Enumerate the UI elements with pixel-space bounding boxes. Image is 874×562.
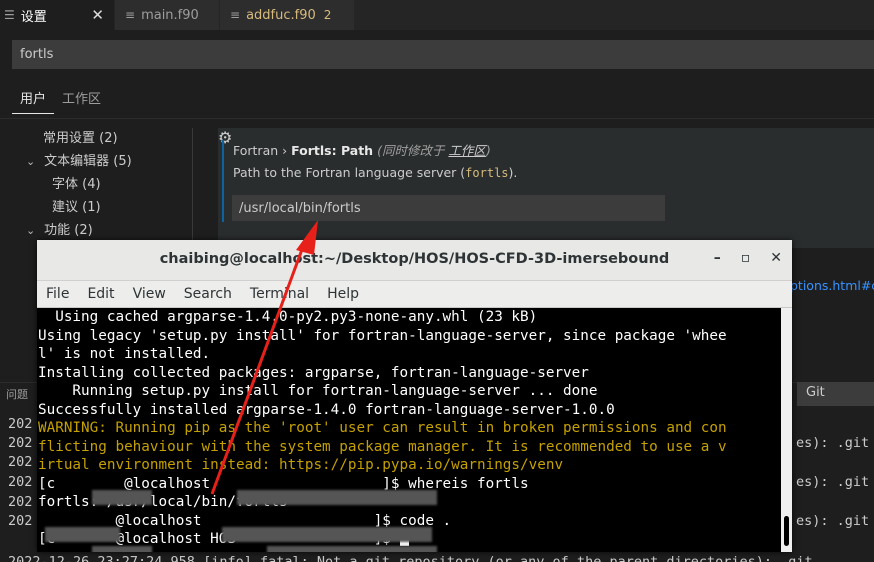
redaction — [92, 490, 152, 505]
terminal-line: Running setup.py install for fortran-lan… — [38, 383, 598, 399]
tab-label: 设置 — [20, 9, 47, 25]
editor-tab-bar: ☰ 设置 ✕ ≡ main.f90 ≡ addfuc.f90 2 — [0, 0, 874, 30]
terminal-line: Installing collected packages: argparse,… — [38, 364, 589, 381]
terminal-warning-line: irtual environment instead: https://pip.… — [38, 457, 564, 473]
close-icon[interactable]: ✕ — [91, 6, 104, 24]
toc-label: 功能 (2) — [44, 223, 93, 238]
terminal-line: Using legacy 'setup.py install' for fort… — [38, 327, 727, 344]
problem-count-badge: 2 — [323, 8, 332, 22]
tab-settings[interactable]: ☰ 设置 ✕ — [0, 0, 115, 30]
toc-label: 常用设置 (2) — [43, 131, 118, 146]
toc-label: 建议 (1) — [52, 200, 101, 215]
setting-title: Fortran › Fortls: Path (同时修改于 工作区) — [233, 140, 491, 159]
tab-user[interactable]: 用户 — [12, 84, 55, 114]
redaction — [45, 527, 120, 542]
settings-list-icon: ☰ — [4, 8, 15, 22]
terminal-line: Successfully installed argparse-1.4.0 fo… — [38, 401, 615, 418]
redaction — [267, 546, 437, 552]
settings-search-input[interactable] — [12, 40, 874, 69]
desc-text: Path to the Fortran language server ( — [233, 165, 466, 180]
menu-terminal[interactable]: Terminal — [241, 281, 318, 307]
redaction — [237, 490, 437, 505]
chevron-down-icon: ⌄ — [26, 224, 36, 237]
menu-edit[interactable]: Edit — [78, 281, 123, 307]
output-line: 202 — [8, 416, 33, 432]
terminal-warning-line: flicting behaviour with the system packa… — [38, 438, 727, 455]
menu-search[interactable]: Search — [175, 281, 241, 307]
output-line: 202 — [8, 494, 33, 510]
divider — [0, 118, 874, 119]
output-channel-select[interactable]: Git — [797, 382, 874, 406]
chevron-down-icon: ⌄ — [26, 155, 36, 168]
tab-addfuc-f90[interactable]: ≡ addfuc.f90 2 — [220, 0, 355, 30]
toc-item-font[interactable]: 字体 (4) — [22, 174, 132, 197]
terminal-menubar: File Edit View Search Terminal Help — [37, 280, 792, 308]
menu-view[interactable]: View — [124, 281, 175, 307]
redaction — [222, 527, 432, 542]
modified-indicator — [222, 140, 224, 222]
tab-label: addfuc.f90 — [246, 7, 316, 23]
toc-label: 字体 (4) — [52, 177, 101, 192]
toc-item-text-editor[interactable]: ⌄ 文本编辑器 (5) — [22, 151, 132, 174]
modified-note-end: ) — [485, 143, 491, 158]
output-line: 202 — [8, 454, 33, 470]
setting-name: Fortls: Path — [291, 143, 374, 158]
settings-toc: 常用设置 (2) ⌄ 文本编辑器 (5) 字体 (4) 建议 (1) ⌄ 功能 … — [22, 128, 132, 243]
settings-scope-tabs: 用户 工作区 — [12, 84, 109, 114]
minimize-icon[interactable]: – — [714, 250, 721, 266]
settings-link[interactable]: ptions.html#con — [790, 278, 874, 293]
setting-category: Fortran › — [233, 143, 292, 158]
tab-label: main.f90 — [141, 7, 199, 23]
window-controls: – ▫ ✕ — [714, 250, 782, 266]
gear-icon[interactable]: ⚙ — [218, 128, 232, 147]
output-line: 202 es): .git — [8, 435, 870, 451]
workspace-link[interactable]: 工作区 — [448, 143, 486, 158]
maximize-icon[interactable]: ▫ — [741, 250, 751, 266]
tab-main-f90[interactable]: ≡ main.f90 — [115, 0, 220, 30]
desc-code: fortls — [465, 166, 509, 180]
redaction — [92, 546, 152, 552]
desc-text-end: ). — [508, 165, 518, 180]
modified-note: (同时修改于 — [373, 143, 449, 158]
output-line: 202 es): .git — [8, 513, 870, 529]
close-icon[interactable]: ✕ — [770, 250, 782, 266]
fortls-path-input[interactable] — [232, 195, 665, 221]
menu-file[interactable]: File — [37, 281, 78, 307]
setting-description: Path to the Fortran language server (for… — [233, 165, 517, 180]
tab-problems[interactable]: 问题 — [6, 386, 28, 402]
terminal-warning-line: WARNING: Running pip as the 'root' user … — [38, 420, 727, 436]
output-line: 202 es): .git — [8, 474, 870, 490]
scroll-thumb[interactable] — [784, 516, 789, 546]
toc-item-common[interactable]: 常用设置 (2) — [22, 128, 132, 151]
terminal-title: chaibing@localhost:~/Desktop/HOS/HOS-CFD… — [37, 240, 792, 280]
terminal-output[interactable]: Using cached argparse-1.4.0-py2.py3-none… — [37, 308, 781, 552]
terminal-line: Using cached argparse-1.4.0-py2.py3-none… — [38, 309, 538, 325]
toc-label: 文本编辑器 (5) — [44, 154, 132, 169]
menu-help[interactable]: Help — [318, 281, 368, 307]
output-line: 2022-12-26 23:27:24.958 [info] fatal: No… — [8, 554, 813, 562]
terminal-scrollbar[interactable] — [781, 308, 792, 552]
terminal-line: l' is not installed. — [38, 346, 211, 362]
toc-divider — [192, 128, 193, 248]
file-icon: ≡ — [230, 8, 241, 22]
tab-workspace[interactable]: 工作区 — [54, 84, 109, 114]
file-icon: ≡ — [125, 8, 136, 22]
terminal-window: chaibing@localhost:~/Desktop/HOS/HOS-CFD… — [37, 240, 792, 552]
toc-item-suggestions[interactable]: 建议 (1) — [22, 197, 132, 220]
